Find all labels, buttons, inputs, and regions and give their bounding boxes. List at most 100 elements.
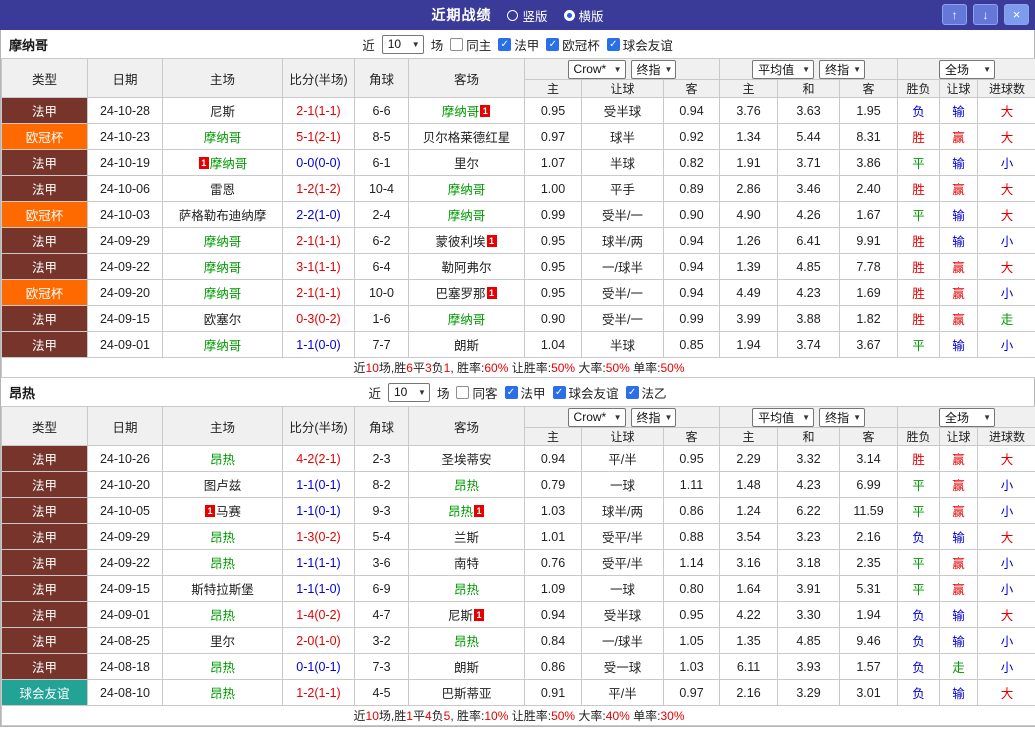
filter-checkbox[interactable]: ✓ 球会友谊 [552, 383, 619, 402]
column-header-euro-away: 客 [839, 79, 899, 98]
euro-home-odds: 1.48 [719, 471, 779, 498]
filter-checkbox[interactable]: ✓ 法甲 [504, 383, 546, 402]
score-cell: 2-1(1-1) [282, 279, 355, 306]
team-name: 朗斯 [453, 339, 479, 353]
table-row: 法甲 24-09-01 昂热 1-4(0-2) 4-7 尼斯 1 0.94 受半球 0.95 4.2… [1, 601, 1035, 628]
close-button[interactable]: × [1004, 4, 1029, 25]
red-card-badge: 1 [474, 609, 484, 621]
euro-average-select-value: 平均值 [758, 410, 795, 425]
score-cell: 0-0(0-0) [282, 149, 355, 176]
euro-final-odds-select[interactable]: 终指 ▼ [819, 59, 865, 79]
handicap-cell: 受半球 [581, 97, 664, 124]
goals-result-cell: 大 [977, 97, 1035, 124]
date-cell: 24-10-19 [87, 149, 163, 176]
euro-average-select[interactable]: 平均值 ▼ [752, 59, 815, 79]
goals-result-cell: 小 [977, 471, 1035, 498]
euro-away-odds: 5.31 [839, 575, 899, 602]
home-team-cell: 1 摩纳哥 [162, 149, 283, 176]
asia-away-odds: 0.94 [662, 253, 721, 280]
euro-draw-odds: 4.23 [777, 279, 841, 306]
filter-checkbox[interactable]: ✓ 法甲 [498, 35, 539, 54]
euro-draw-odds: 6.22 [777, 497, 841, 524]
match-scope-select[interactable]: 全场 ▼ [939, 407, 996, 427]
euro-away-odds: 1.67 [839, 201, 899, 228]
outcome-cell: 负 [897, 601, 941, 628]
euro-draw-odds: 3.93 [777, 653, 841, 680]
euro-home-odds: 2.86 [719, 175, 779, 202]
home-team-cell: 尼斯 [162, 97, 283, 124]
move-up-button[interactable]: ↑ [942, 4, 967, 25]
asia-home-odds: 0.95 [524, 279, 582, 306]
team-name: 摩纳哥 [447, 209, 486, 223]
home-team-cell: 摩纳哥 [162, 279, 283, 306]
match-count-select[interactable]: 10 ▼ [381, 34, 424, 54]
euro-home-odds: 1.24 [719, 497, 779, 524]
asia-away-odds: 1.14 [662, 549, 721, 576]
handicap-result-cell: 输 [939, 227, 979, 254]
filter-checkbox[interactable]: ✓ 法乙 [625, 383, 667, 402]
asia-home-odds: 0.84 [524, 627, 582, 654]
euro-home-odds: 1.26 [719, 227, 779, 254]
filter-checkbox[interactable]: 同客 [456, 383, 498, 402]
euro-odds-header-cell: 平均值 ▼ 终指 ▼ [719, 58, 899, 80]
home-team-cell: 摩纳哥 [162, 123, 283, 150]
date-cell: 24-09-22 [87, 549, 163, 576]
team-name: 摩纳哥 [203, 339, 242, 353]
team-name: 摩纳哥 [203, 131, 242, 145]
asia-home-odds: 0.95 [524, 253, 582, 280]
team-section: 昂热近 10 ▼ 场同客 ✓ 法甲 ✓ 球会友谊 ✓ 法乙 类型 日期 主场 比分(半场) 角球 客场 Crow… [0, 378, 1035, 726]
euro-home-odds: 1.34 [719, 123, 779, 150]
asia-away-odds: 0.94 [662, 279, 721, 306]
column-header-euro-draw: 和 [777, 79, 841, 98]
euro-away-odds: 3.14 [839, 445, 899, 472]
euro-draw-odds: 3.30 [777, 601, 841, 628]
table-row: 法甲 24-09-22 昂热 1-1(1-1) 3-6 南特 0.76 受平/半 1.14 3.1… [1, 549, 1035, 576]
filter-checkbox[interactable]: ✓ 球会友谊 [606, 35, 673, 54]
euro-home-odds: 3.76 [719, 97, 779, 124]
handicap-cell: 受平/半 [581, 523, 664, 550]
match-count-select[interactable]: 10 ▼ [387, 382, 430, 402]
league-cell: 欧冠杯 [1, 123, 88, 150]
euro-home-odds: 1.39 [719, 253, 779, 280]
asia-away-odds: 0.95 [662, 445, 721, 472]
handicap-result-cell: 赢 [939, 575, 979, 602]
asia-home-odds: 0.79 [524, 471, 582, 498]
asia-away-odds: 0.85 [662, 331, 721, 358]
league-cell: 法甲 [1, 331, 88, 358]
handicap-result-cell: 赢 [939, 279, 979, 306]
handicap-cell: 受一球 [581, 653, 664, 680]
radio-unselected-icon [507, 9, 519, 21]
outcome-cell: 胜 [897, 445, 941, 472]
home-team-cell: 1 马赛 [162, 497, 283, 524]
summary-segment: 单率: [629, 361, 661, 375]
handicap-cell: 受半球 [581, 601, 664, 628]
score-cell: 5-1(2-1) [282, 123, 355, 150]
asia-odds-source-select[interactable]: Crow* ▼ [567, 407, 626, 427]
euro-average-select[interactable]: 平均值 ▼ [752, 407, 815, 427]
close-icon: × [1012, 7, 1021, 22]
team-name: 萨格勒布迪纳摩 [178, 209, 267, 223]
results-table: 类型 日期 主场 比分(半场) 角球 客场 Crow* ▼ 终指 ▼ 平均值 ▼ 终指 ▼ 全场 ▼ 主让球客主… [0, 406, 1035, 726]
filter-checkbox[interactable]: 同主 [450, 35, 491, 54]
asia-final-odds-select[interactable]: 终指 ▼ [630, 59, 677, 79]
filter-checkbox[interactable]: ✓ 欧冠杯 [546, 35, 600, 54]
asia-odds-source-select[interactable]: Crow* ▼ [567, 59, 626, 79]
move-down-button[interactable]: ↓ [973, 4, 998, 25]
goals-result-cell: 走 [977, 305, 1035, 332]
layout-horizontal-option[interactable]: 横版 [563, 6, 604, 25]
corner-cell: 4-7 [354, 601, 409, 628]
euro-final-odds-select[interactable]: 终指 ▼ [819, 407, 865, 427]
score-cell: 1-3(0-2) [282, 523, 355, 550]
league-cell: 法甲 [1, 653, 88, 680]
header-row: 类型 日期 主场 比分(半场) 角球 客场 Crow* ▼ 终指 ▼ 平均值 ▼ 终指 ▼ 全场 ▼ [1, 406, 1035, 446]
outcome-cell: 胜 [897, 123, 941, 150]
layout-vertical-option[interactable]: 竖版 [507, 6, 548, 25]
red-card-badge: 1 [204, 505, 215, 517]
date-cell: 24-10-26 [87, 445, 163, 472]
asia-final-odds-select[interactable]: 终指 ▼ [630, 407, 677, 427]
team-name: 尼斯 [209, 105, 235, 119]
match-scope-select[interactable]: 全场 ▼ [939, 59, 996, 79]
column-header-goals-result: 进球数 [977, 427, 1035, 446]
league-cell: 法甲 [1, 601, 88, 628]
team-name: 图卢兹 [203, 479, 242, 493]
